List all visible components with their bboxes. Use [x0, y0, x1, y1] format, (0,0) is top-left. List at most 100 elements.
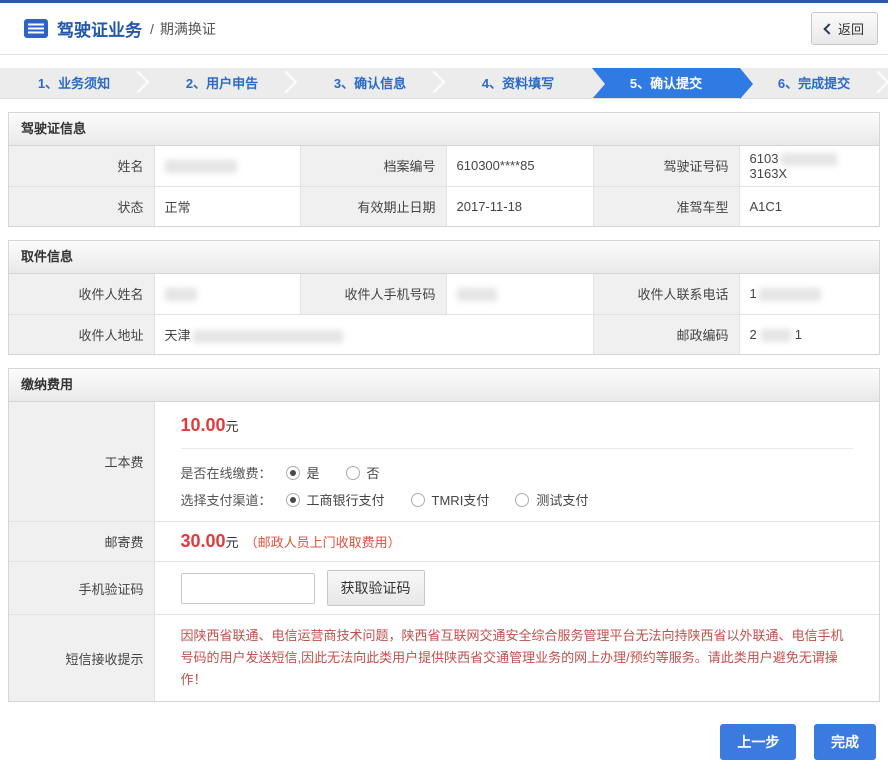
sms-tip-text: 因陕西省联通、电信运营商技术问题，陕西省互联网交通安全综合服务管理平台无法向持陕… — [165, 615, 870, 701]
license-no-value: 61033163X — [739, 146, 879, 186]
chevron-right-separator-icon — [423, 71, 446, 94]
recipient-name-value — [154, 274, 300, 314]
fees-table: 工本费 10.00元 是否在线缴费： 是 否 — [9, 402, 879, 701]
postal-code-value: 21 — [739, 314, 879, 354]
footer-actions: 上一步 完成 — [12, 724, 876, 760]
redacted-mobile — [457, 288, 497, 301]
online-pay-row: 是否在线缴费： 是 否 — [165, 459, 870, 486]
expiry-label: 有效期止日期 — [300, 186, 446, 226]
channel-icbc-label: 工商银行支付 — [307, 490, 385, 509]
step-tab-4[interactable]: 4、资料填写 — [444, 68, 592, 98]
vehicle-class-value: A1C1 — [739, 186, 879, 226]
mail-fee-unit: 元 — [226, 535, 239, 550]
breadcrumb-current: 期满换证 — [160, 19, 216, 39]
redacted-recipient-name — [165, 288, 197, 301]
divider — [181, 448, 854, 449]
table-row: 状态 正常 有效期止日期 2017-11-18 准驾车型 A1C1 — [9, 186, 879, 226]
radio-checked-icon[interactable] — [286, 466, 300, 480]
step-progress-bar: 1、业务须知 2、用户申告 3、确认信息 4、资料填写 5、确认提交 6、完成提… — [0, 68, 888, 99]
table-row: 收件人地址 天津 邮政编码 21 — [9, 314, 879, 354]
recipient-phone-label: 收件人联系电话 — [593, 274, 739, 314]
fees-title: 缴纳费用 — [9, 369, 879, 402]
radio-unchecked-icon[interactable] — [346, 466, 360, 480]
chevron-right-separator-icon — [867, 71, 888, 94]
license-no-label: 驾驶证号码 — [593, 146, 739, 186]
table-row: 姓名 档案编号 610300****85 驾驶证号码 61033163X — [9, 146, 879, 186]
pay-channel-question: 选择支付渠道： — [181, 490, 272, 509]
sms-code-input[interactable] — [181, 573, 315, 604]
get-code-button[interactable]: 获取验证码 — [327, 570, 425, 606]
breadcrumb-separator: / — [150, 21, 154, 37]
step-tab-1[interactable]: 1、业务须知 — [0, 68, 148, 98]
redacted-name — [165, 160, 237, 173]
table-row: 短信接收提示 因陕西省联通、电信运营商技术问题，陕西省互联网交通安全综合服务管理… — [9, 615, 879, 702]
pickup-info-table: 收件人姓名 收件人手机号码 收件人联系电话 1 收件人地址 天津 邮政编码 21 — [9, 274, 879, 354]
license-info-panel: 驾驶证信息 姓名 档案编号 610300****85 驾驶证号码 6103316… — [8, 112, 880, 227]
channel-test-option[interactable]: 测试支付 — [515, 490, 588, 509]
recipient-address-value: 天津 — [154, 314, 593, 354]
online-pay-no-option[interactable]: 否 — [346, 463, 380, 482]
sms-code-label: 手机验证码 — [9, 562, 154, 615]
step-tab-6[interactable]: 6、完成提交 — [740, 68, 888, 98]
recipient-name-label: 收件人姓名 — [9, 274, 154, 314]
sms-tip-label: 短信接收提示 — [9, 615, 154, 702]
table-row: 手机验证码 获取验证码 — [9, 562, 879, 615]
sms-tip-cell: 因陕西省联通、电信运营商技术问题，陕西省互联网交通安全综合服务管理平台无法向持陕… — [154, 615, 879, 702]
finish-button[interactable]: 完成 — [814, 724, 876, 760]
file-no-label: 档案编号 — [300, 146, 446, 186]
recipient-address-label: 收件人地址 — [9, 314, 154, 354]
channel-tmri-option[interactable]: TMRI支付 — [411, 490, 490, 509]
step-tab-3[interactable]: 3、确认信息 — [296, 68, 444, 98]
chevron-left-icon — [823, 23, 834, 34]
step-tab-2[interactable]: 2、用户申告 — [148, 68, 296, 98]
previous-step-button[interactable]: 上一步 — [720, 724, 796, 760]
license-info-title: 驾驶证信息 — [9, 113, 879, 146]
recipient-mobile-value — [446, 274, 593, 314]
redacted-postal-code — [761, 329, 791, 342]
status-label: 状态 — [9, 186, 154, 226]
step-tab-5-active[interactable]: 5、确认提交 — [592, 68, 740, 98]
mail-fee-amount: 30.00 — [181, 531, 226, 551]
online-pay-yes-label: 是 — [307, 463, 320, 482]
back-button[interactable]: 返回 — [811, 12, 878, 45]
expiry-value: 2017-11-18 — [446, 186, 593, 226]
status-value: 正常 — [154, 186, 300, 226]
license-info-table: 姓名 档案编号 610300****85 驾驶证号码 61033163X 状态 … — [9, 146, 879, 226]
mail-fee-label: 邮寄费 — [9, 522, 154, 562]
chevron-right-separator-icon — [275, 71, 298, 94]
channel-test-label: 测试支付 — [536, 490, 588, 509]
vehicle-class-label: 准驾车型 — [593, 186, 739, 226]
production-fee-amount: 10.00 — [181, 415, 226, 435]
table-row: 收件人姓名 收件人手机号码 收件人联系电话 1 — [9, 274, 879, 314]
redacted-address — [193, 330, 343, 343]
recipient-mobile-label: 收件人手机号码 — [300, 274, 446, 314]
radio-unchecked-icon[interactable] — [411, 493, 425, 507]
radio-unchecked-icon[interactable] — [515, 493, 529, 507]
production-fee-unit: 元 — [226, 419, 239, 434]
page-title: 驾驶证业务 — [57, 16, 142, 41]
redacted-phone — [759, 288, 821, 301]
chevron-right-separator-icon — [127, 71, 150, 94]
production-fee-label: 工本费 — [9, 402, 154, 522]
name-value — [154, 146, 300, 186]
name-label: 姓名 — [9, 146, 154, 186]
mail-fee-cell: 30.00元（邮政人员上门收取费用） — [154, 522, 879, 562]
pickup-info-title: 取件信息 — [9, 241, 879, 274]
sms-code-cell: 获取验证码 — [154, 562, 879, 615]
back-button-label: 返回 — [838, 19, 864, 38]
pickup-info-panel: 取件信息 收件人姓名 收件人手机号码 收件人联系电话 1 收件人地址 天津 邮政… — [8, 240, 880, 355]
channel-icbc-option[interactable]: 工商银行支付 — [286, 490, 385, 509]
online-pay-no-label: 否 — [367, 463, 380, 482]
postal-code-label: 邮政编码 — [593, 314, 739, 354]
recipient-phone-value: 1 — [739, 274, 879, 314]
production-fee-cell: 10.00元 是否在线缴费： 是 否 选择支付渠道： — [154, 402, 879, 522]
channel-tmri-label: TMRI支付 — [432, 490, 490, 509]
fees-panel: 缴纳费用 工本费 10.00元 是否在线缴费： 是 否 — [8, 368, 880, 702]
online-pay-yes-option[interactable]: 是 — [286, 463, 320, 482]
redacted-license-no — [781, 153, 837, 166]
online-pay-question: 是否在线缴费： — [181, 463, 272, 482]
file-no-value: 610300****85 — [446, 146, 593, 186]
radio-checked-icon[interactable] — [286, 493, 300, 507]
pay-channel-row: 选择支付渠道： 工商银行支付 TMRI支付 测试支付 — [165, 486, 870, 521]
page-header: 驾驶证业务 / 期满换证 返回 — [0, 3, 888, 55]
